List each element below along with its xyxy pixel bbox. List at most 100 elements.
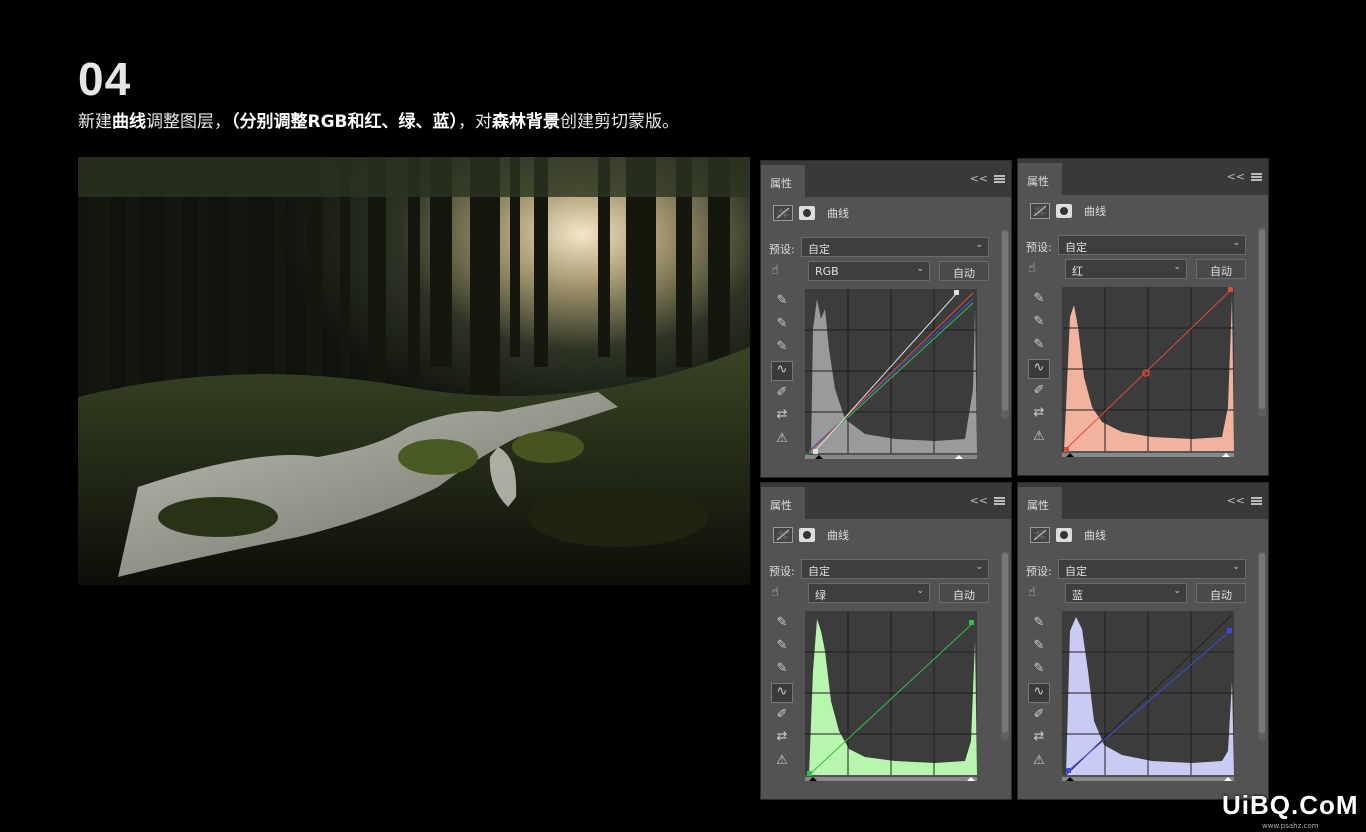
- eyedropper-gray-icon[interactable]: ✎: [771, 316, 793, 336]
- eyedropper-black-icon[interactable]: ✎: [1028, 615, 1050, 635]
- eyedropper-white-icon[interactable]: ✎: [1028, 337, 1050, 357]
- histogram-warning-icon[interactable]: ⚠: [1028, 429, 1050, 449]
- chevron-down-icon: ⌄: [975, 240, 983, 250]
- tab-properties[interactable]: 属性: [761, 487, 805, 519]
- chevron-down-icon: ⌄: [1173, 262, 1181, 272]
- tab-properties[interactable]: 属性: [1018, 163, 1062, 195]
- eyedropper-black-icon[interactable]: ✎: [1028, 291, 1050, 311]
- curves-panel-red: 属性 << 曲线 预设: 自定 ⌄ ☝ 红 ⌄ 自动 ✎ ✎ ✎ ∿ ✐ ⇄ ⚠: [1017, 158, 1269, 476]
- scrollbar[interactable]: [1001, 551, 1009, 741]
- preset-select[interactable]: 自定 ⌄: [801, 559, 989, 579]
- eyedropper-black-icon[interactable]: ✎: [771, 615, 793, 635]
- layer-mask-icon[interactable]: [799, 528, 815, 542]
- curve-tool-icon[interactable]: ∿: [771, 361, 793, 381]
- chevron-down-icon: ⌄: [916, 264, 924, 274]
- instruction-part: 创建剪切蒙版。: [560, 112, 680, 132]
- chevron-down-icon: ⌄: [916, 586, 924, 596]
- preset-value: 自定: [1065, 565, 1087, 578]
- channel-select[interactable]: 红 ⌄: [1065, 259, 1187, 279]
- curve-graph[interactable]: [1062, 611, 1238, 785]
- collapse-icon[interactable]: <<: [970, 172, 988, 185]
- curve-tool-icon[interactable]: ∿: [771, 683, 793, 703]
- panel-tabbar: 属性 <<: [1018, 159, 1268, 195]
- pencil-icon[interactable]: ✐: [1028, 383, 1050, 403]
- forest-photo: [78, 157, 750, 585]
- eyedropper-gray-icon[interactable]: ✎: [771, 638, 793, 658]
- curves-panel-rgb: 属性 << 曲线 预设: 自定 ⌄ ☝ RGB ⌄ 自动 ✎ ✎ ✎ ∿ ✐ ⇄ ⚠: [760, 160, 1012, 478]
- curve-tool-icon[interactable]: ∿: [1028, 359, 1050, 379]
- curves-panel-blue: 属性 << 曲线 预设: 自定 ⌄ ☝ 蓝 ⌄ 自动 ✎ ✎ ✎ ∿ ✐ ⇄ ⚠: [1017, 482, 1269, 800]
- hand-target-icon[interactable]: ☝: [771, 263, 779, 278]
- scrollbar[interactable]: [1258, 551, 1266, 741]
- panel-menu-icon[interactable]: [994, 174, 1005, 183]
- panel-menu-icon[interactable]: [1251, 496, 1262, 505]
- panel-controls: <<: [1227, 494, 1262, 507]
- channel-select[interactable]: RGB ⌄: [808, 261, 930, 281]
- collapse-icon[interactable]: <<: [1227, 494, 1245, 507]
- chevron-down-icon: ⌄: [1232, 562, 1240, 572]
- curves-adjustment-icon: [773, 205, 793, 221]
- smooth-icon[interactable]: ⇄: [771, 729, 793, 749]
- channel-select[interactable]: 绿 ⌄: [808, 583, 930, 603]
- eyedropper-white-icon[interactable]: ✎: [771, 339, 793, 359]
- preset-value: 自定: [808, 565, 830, 578]
- channel-select[interactable]: 蓝 ⌄: [1065, 583, 1187, 603]
- eyedropper-black-icon[interactable]: ✎: [771, 293, 793, 313]
- curve-tool-icon[interactable]: ∿: [1028, 683, 1050, 703]
- preset-select[interactable]: 自定 ⌄: [801, 237, 989, 257]
- pencil-icon[interactable]: ✐: [1028, 707, 1050, 727]
- preset-value: 自定: [1065, 241, 1087, 254]
- panel-header: 曲线: [773, 527, 849, 543]
- panel-menu-icon[interactable]: [994, 496, 1005, 505]
- curves-adjustment-icon: [773, 527, 793, 543]
- preset-label: 预设:: [1026, 565, 1052, 578]
- smooth-icon[interactable]: ⇄: [1028, 729, 1050, 749]
- panel-title: 曲线: [827, 529, 849, 542]
- preset-value: 自定: [808, 243, 830, 256]
- layer-mask-icon[interactable]: [1056, 528, 1072, 542]
- panel-tabbar: 属性 <<: [1018, 483, 1268, 519]
- pencil-icon[interactable]: ✐: [771, 385, 793, 405]
- eyedropper-gray-icon[interactable]: ✎: [1028, 638, 1050, 658]
- smooth-icon[interactable]: ⇄: [771, 407, 793, 427]
- panel-title: 曲线: [1084, 529, 1106, 542]
- curve-graph[interactable]: [805, 611, 981, 785]
- collapse-icon[interactable]: <<: [1227, 170, 1245, 183]
- instruction-part: 调整图层，: [146, 112, 231, 132]
- preset-select[interactable]: 自定 ⌄: [1058, 559, 1246, 579]
- tab-properties[interactable]: 属性: [761, 165, 805, 197]
- histogram-warning-icon[interactable]: ⚠: [771, 431, 793, 451]
- eyedropper-white-icon[interactable]: ✎: [1028, 661, 1050, 681]
- scrollbar[interactable]: [1258, 227, 1266, 417]
- pencil-icon[interactable]: ✐: [771, 707, 793, 727]
- smooth-icon[interactable]: ⇄: [1028, 405, 1050, 425]
- curve-graph[interactable]: [805, 289, 981, 463]
- histogram-warning-icon[interactable]: ⚠: [771, 753, 793, 773]
- eyedropper-gray-icon[interactable]: ✎: [1028, 314, 1050, 334]
- chevron-down-icon: ⌄: [975, 562, 983, 572]
- layer-mask-icon[interactable]: [799, 206, 815, 220]
- tab-properties[interactable]: 属性: [1018, 487, 1062, 519]
- panel-tabbar: 属性 <<: [761, 483, 1011, 519]
- step-number: 04: [78, 53, 132, 105]
- instruction-bold: 曲线: [112, 112, 146, 132]
- auto-button[interactable]: 自动: [939, 583, 989, 603]
- preset-label: 预设:: [1026, 241, 1052, 254]
- hand-target-icon[interactable]: ☝: [771, 585, 779, 600]
- preset-select[interactable]: 自定 ⌄: [1058, 235, 1246, 255]
- scrollbar[interactable]: [1001, 229, 1009, 419]
- auto-button[interactable]: 自动: [939, 261, 989, 281]
- layer-mask-icon[interactable]: [1056, 204, 1072, 218]
- panel-header: 曲线: [1030, 527, 1106, 543]
- panel-menu-icon[interactable]: [1251, 172, 1262, 181]
- hand-target-icon[interactable]: ☝: [1028, 585, 1036, 600]
- auto-button[interactable]: 自动: [1196, 583, 1246, 603]
- hand-target-icon[interactable]: ☝: [1028, 261, 1036, 276]
- curves-panel-green: 属性 << 曲线 预设: 自定 ⌄ ☝ 绿 ⌄ 自动 ✎ ✎ ✎ ∿ ✐ ⇄ ⚠: [760, 482, 1012, 800]
- curve-graph[interactable]: [1062, 287, 1238, 461]
- collapse-icon[interactable]: <<: [970, 494, 988, 507]
- histogram-warning-icon[interactable]: ⚠: [1028, 753, 1050, 773]
- auto-button[interactable]: 自动: [1196, 259, 1246, 279]
- eyedropper-white-icon[interactable]: ✎: [771, 661, 793, 681]
- watermark-url: www.psahz.com: [1262, 822, 1319, 830]
